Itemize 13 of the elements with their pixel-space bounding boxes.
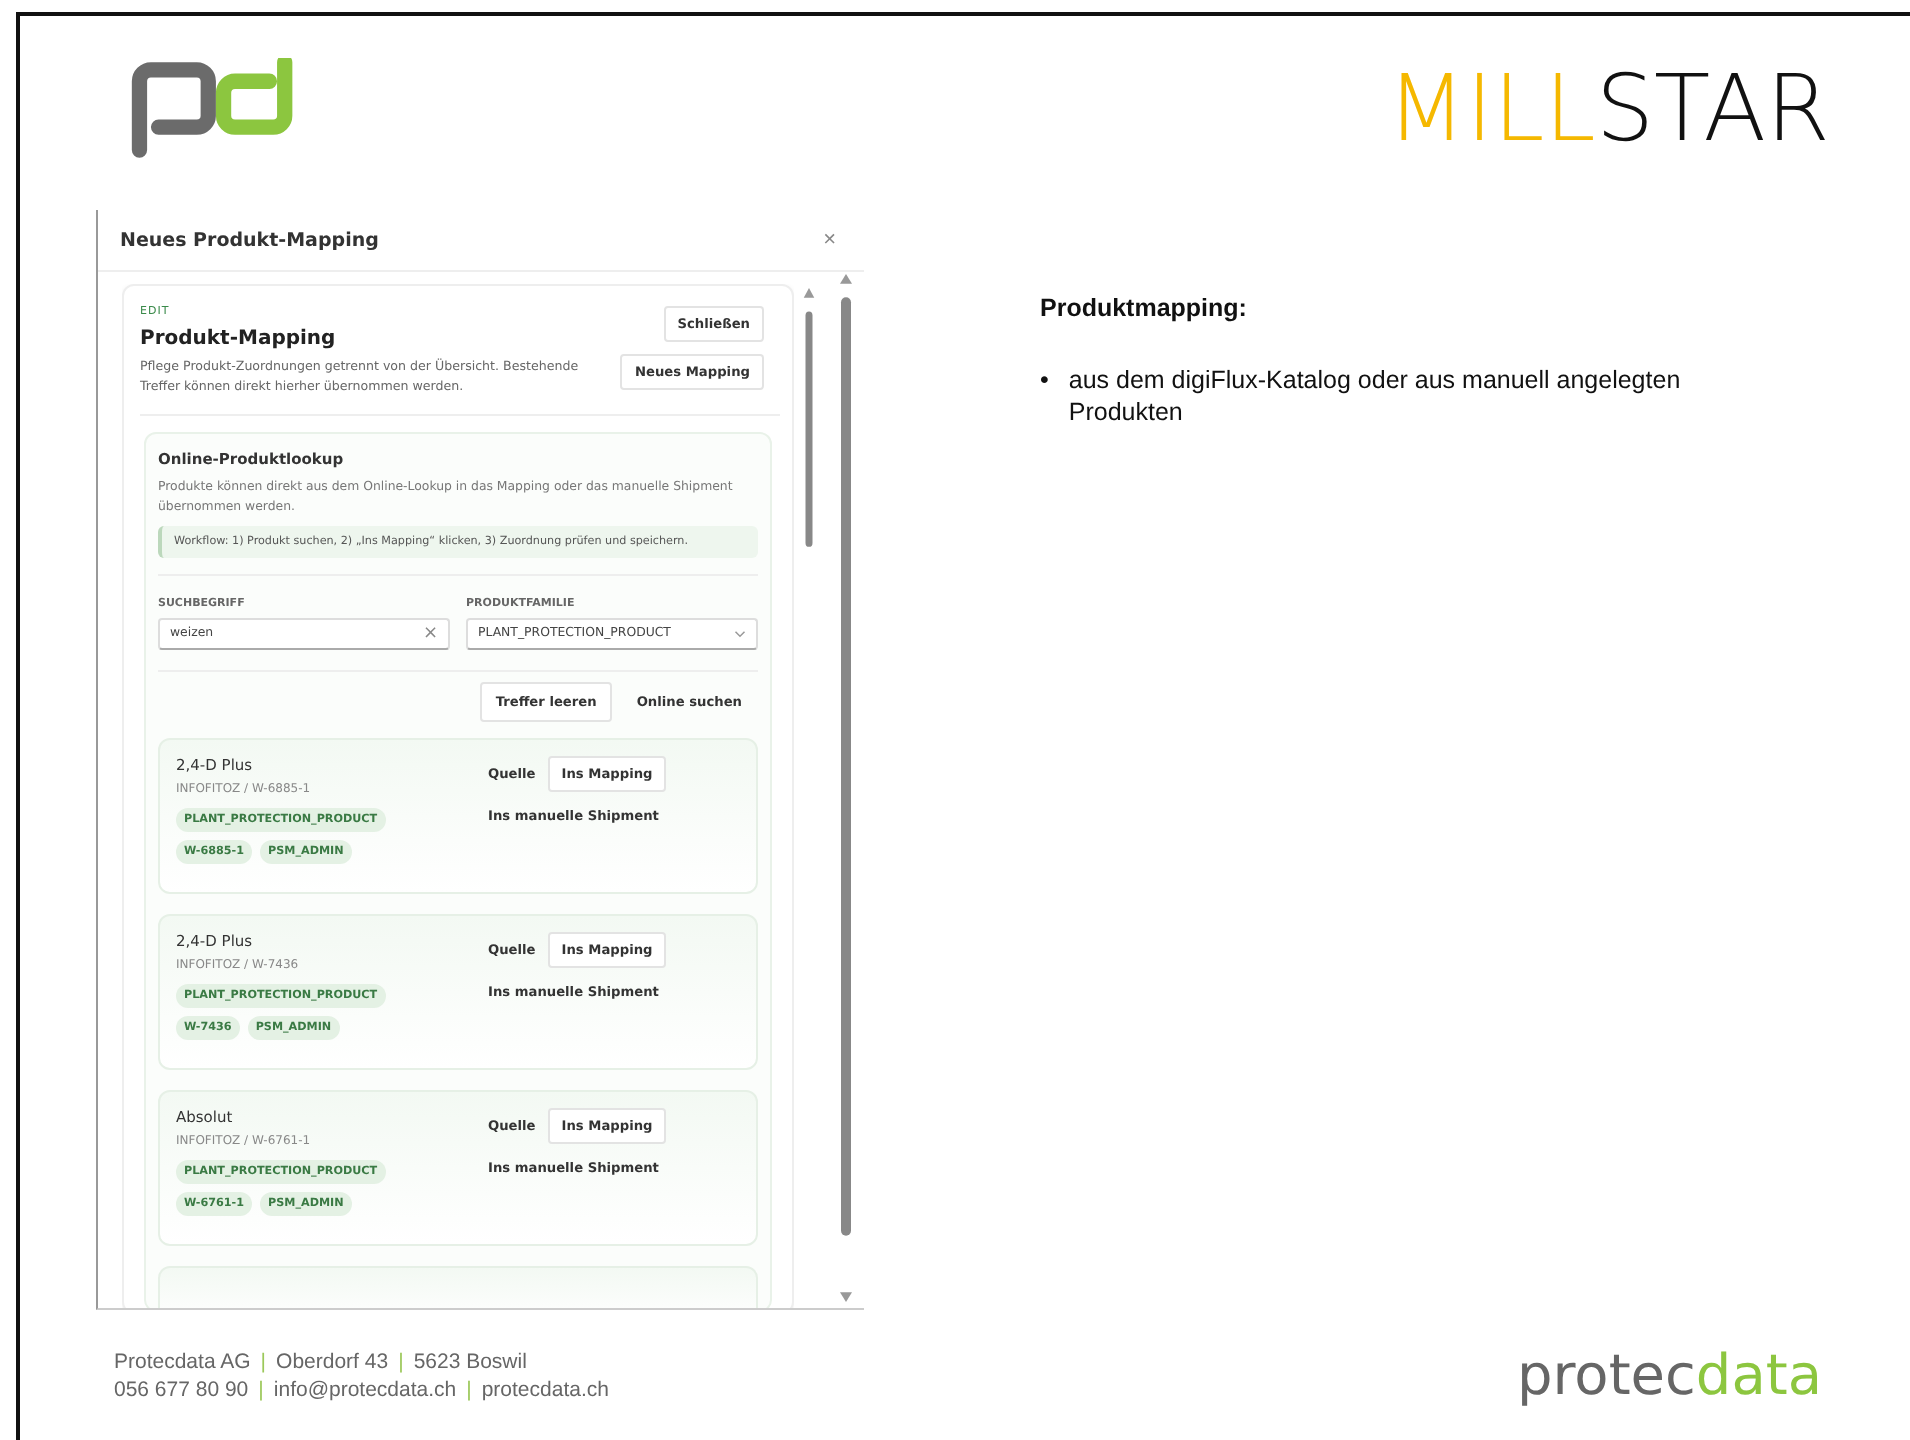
card-title: Produkt-Mapping [140,328,338,350]
notes-heading: Produktmapping: [1040,294,1249,322]
clear-button[interactable]: × [422,623,438,644]
bullet-marker: • [1040,364,1049,398]
company-logo: protecdata [1517,1342,1822,1408]
bullet-text: aus dem digiFlux-Katalog oder aus manuell angelegten Produkten [1068,364,1683,429]
caret-icon [734,629,746,638]
close-button[interactable]: × [823,228,836,252]
footer-address: Protecdata AG | Oberdorf 43 | 5623 Boswil [114,1349,529,1373]
brand-logo: MILLSTAR [1386,62,1830,154]
dialog-title: Neues Produkt-Mapping [120,229,379,251]
scrollbar[interactable] [838,270,854,1306]
footer-address: 056 677 80 90 | info@protecdata.ch | protecdata.ch [114,1377,609,1401]
